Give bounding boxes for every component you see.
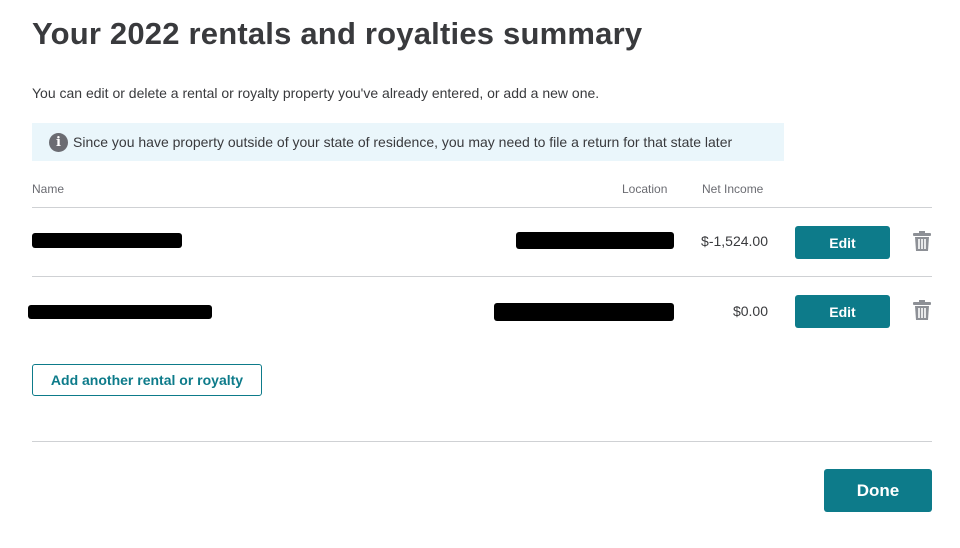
net-income-value: $0.00 <box>732 303 768 319</box>
column-header-name: Name <box>32 182 65 196</box>
column-header-location: Location <box>622 182 668 196</box>
trash-icon[interactable] <box>913 231 931 251</box>
footer-divider <box>32 441 932 442</box>
table-header-divider <box>32 207 932 208</box>
page-subtitle: You can edit or delete a rental or royal… <box>32 85 600 101</box>
edit-button[interactable]: Edit <box>795 226 890 259</box>
trash-icon[interactable] <box>913 300 931 320</box>
net-income-value: $-1,524.00 <box>701 233 768 249</box>
redacted-property-location <box>516 232 674 249</box>
info-icon: i <box>49 132 68 152</box>
redacted-property-name <box>32 233 182 248</box>
page-title: Your 2022 rentals and royalties summary <box>32 16 643 51</box>
redacted-property-name <box>28 305 212 319</box>
state-notice-banner: i Since you have property outside of you… <box>32 123 784 161</box>
row-divider <box>32 276 932 277</box>
column-header-net-income: Net Income <box>702 182 764 196</box>
notice-text: Since you have property outside of your … <box>73 134 733 150</box>
redacted-property-location <box>494 303 674 321</box>
done-button[interactable]: Done <box>824 469 932 512</box>
edit-button[interactable]: Edit <box>795 295 890 328</box>
add-rental-button[interactable]: Add another rental or royalty <box>32 364 262 396</box>
